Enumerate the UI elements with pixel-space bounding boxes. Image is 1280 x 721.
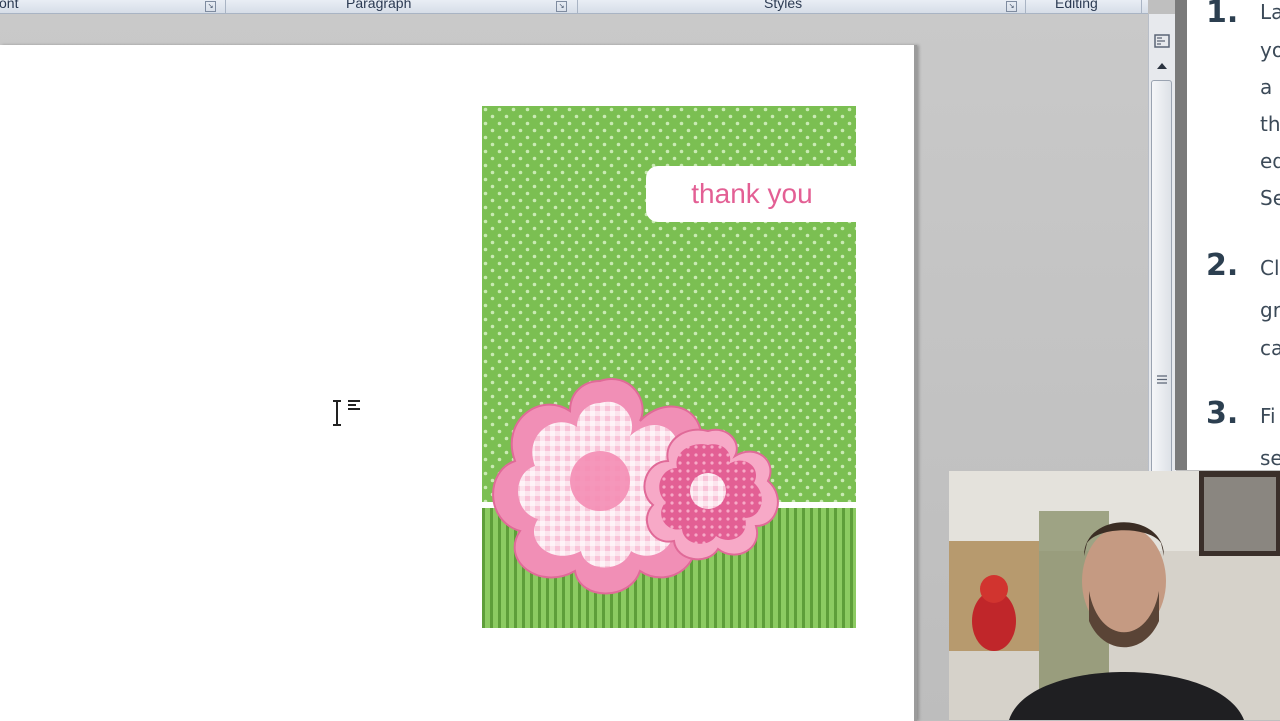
instructions-content: 1. La yo a th ed Se 2. Cl gr ca 3. Fi se	[1187, 0, 1280, 470]
step-1-line: Se	[1260, 186, 1280, 210]
ribbon-group-labels: ont ↘ Paragraph ↘ Styles ↘ Editing	[0, 0, 1148, 14]
view-ruler-icon[interactable]	[1153, 32, 1171, 50]
step-1-line: th	[1260, 112, 1280, 136]
ribbon-group-editing: Editing	[1026, 0, 1141, 13]
font-dialog-launcher-icon[interactable]: ↘	[205, 1, 216, 12]
step-2-line: ca	[1260, 336, 1280, 360]
step-1-line: yo	[1260, 38, 1280, 62]
webcam-overlay	[949, 471, 1280, 720]
ribbon-group-paragraph: Paragraph ↘	[226, 0, 576, 13]
text-cursor-icon	[333, 400, 360, 426]
step-2-line: gr	[1260, 298, 1280, 322]
instructions-panel: 1. La yo a th ed Se 2. Cl gr ca 3. Fi se	[1175, 0, 1280, 470]
ribbon-group-editing-label: Editing	[1055, 0, 1098, 11]
paragraph-dialog-launcher-icon[interactable]: ↘	[556, 1, 567, 12]
thank-you-card-image[interactable]: thank you	[482, 106, 856, 628]
ribbon-group-paragraph-label: Paragraph	[346, 0, 412, 11]
ribbon-group-font-label: ont	[0, 0, 19, 11]
styles-dialog-launcher-icon[interactable]: ↘	[1006, 1, 1017, 12]
ribbon-group-font: ont ↘	[0, 0, 225, 13]
step-1-line: La	[1260, 0, 1280, 24]
step-1-line: a	[1260, 75, 1273, 99]
step-3-line: se	[1260, 446, 1280, 470]
step-1-line: ed	[1260, 149, 1280, 173]
scroll-grip-icon	[1157, 375, 1167, 384]
thank-you-text: thank you	[691, 178, 812, 209]
step-2-line: Cl	[1260, 256, 1280, 280]
scroll-up-arrow-icon[interactable]	[1154, 60, 1170, 72]
step-3-number: 3.	[1206, 396, 1239, 431]
ribbon-group-styles-label: Styles	[764, 0, 803, 11]
ribbon-group-styles: Styles ↘	[578, 0, 1025, 13]
ribbon-separator	[1141, 0, 1142, 13]
step-3-line: Fi	[1260, 404, 1276, 428]
step-1-number: 1.	[1206, 0, 1239, 30]
step-2-number: 2.	[1206, 248, 1239, 283]
